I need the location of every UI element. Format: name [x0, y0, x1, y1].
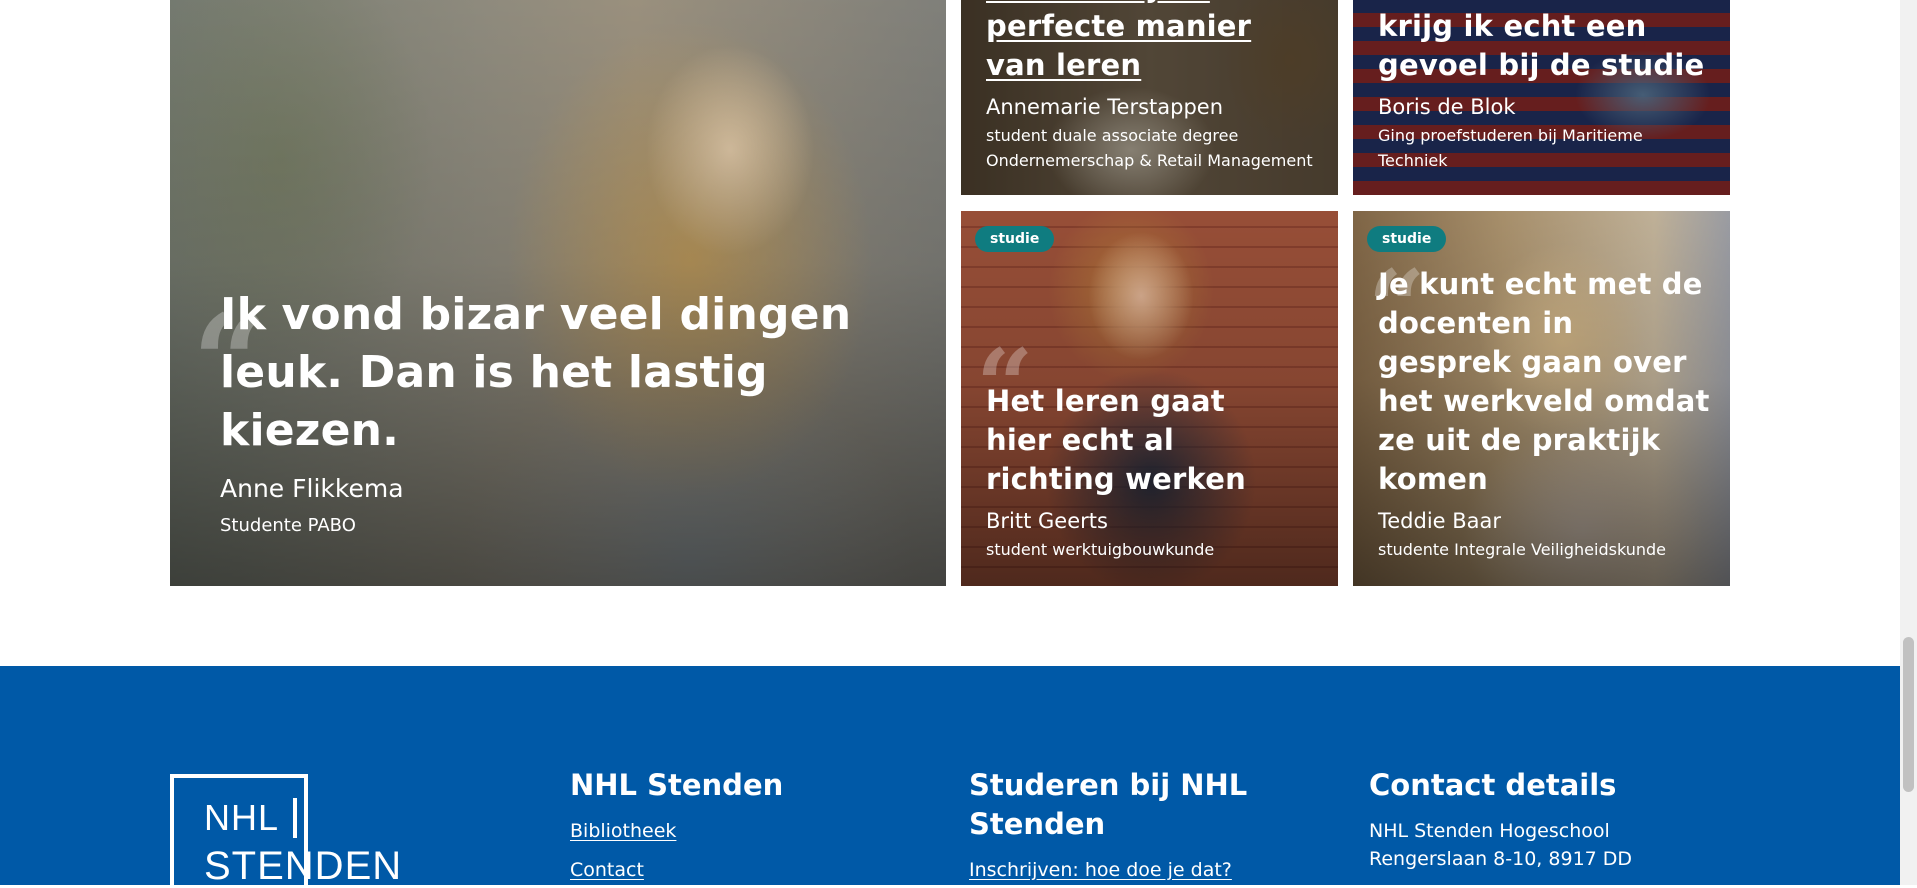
- footer-heading: Contact details: [1369, 768, 1617, 802]
- testimonial-quote: Het leren gaat hier echt al richting wer…: [986, 384, 1246, 496]
- scrollbar-thumb[interactable]: [1903, 637, 1914, 792]
- testimonial-role: student werktuigbouwkunde: [986, 540, 1215, 559]
- logo-text-nhl: NHL: [204, 798, 298, 838]
- testimonial-quote-link[interactable]: is voor mij dé perfecte manier van leren: [986, 0, 1320, 85]
- testimonial-name: Britt Geerts: [986, 509, 1108, 533]
- footer-column-contact: Contact details NHL Stenden Hogeschool R…: [1369, 766, 1699, 873]
- testimonial-role: Ging proefstuderen bij Maritieme Technie…: [1378, 126, 1643, 170]
- footer-heading: Studeren bij NHL Stenden: [969, 768, 1248, 841]
- testimonial-card-boris[interactable]: krijg ik echt een gevoel bij de studie B…: [1353, 0, 1730, 195]
- testimonial-name: Teddie Baar: [1378, 509, 1502, 533]
- address-line-street: Rengerslaan 8-10, 8917 DD: [1369, 848, 1633, 870]
- site-footer: NHL STENDEN NHL Stenden Bibliotheek Cont…: [0, 666, 1917, 888]
- testimonial-quote: Ik vond bizar veel dingen leuk. Dan is h…: [220, 289, 852, 456]
- testimonial-quote: Je kunt echt met de docenten in gesprek …: [1378, 267, 1710, 496]
- testimonial-quote: krijg ik echt een gevoel bij de studie: [1378, 9, 1705, 82]
- footer-column-studeren: Studeren bij NHL Stenden Inschrijven: ho…: [969, 766, 1269, 883]
- testimonial-name: Boris de Blok: [1378, 95, 1516, 119]
- address-line-name: NHL Stenden Hogeschool: [1369, 820, 1610, 842]
- testimonial-card-teddie[interactable]: studie “ Je kunt echt met de docenten in…: [1353, 211, 1730, 586]
- testimonial-card-britt[interactable]: studie “ Het leren gaat hier echt al ric…: [961, 211, 1338, 586]
- vertical-scrollbar[interactable]: [1900, 0, 1917, 885]
- testimonial-name: Anne Flikkema: [220, 474, 404, 503]
- testimonial-role: student duale associate degree Onderneme…: [986, 126, 1313, 170]
- footer-column-nhl-stenden: NHL Stenden Bibliotheek Contact: [570, 766, 900, 883]
- footer-link-bibliotheek[interactable]: Bibliotheek: [570, 819, 900, 844]
- category-badge[interactable]: studie: [975, 226, 1055, 252]
- testimonial-role: studente Integrale Veiligheidskunde: [1378, 540, 1666, 559]
- testimonial-role: Studente PABO: [220, 515, 356, 536]
- testimonial-card-annemarie[interactable]: is voor mij dé perfecte manier van leren…: [961, 0, 1338, 195]
- footer-link-contact[interactable]: Contact: [570, 858, 900, 883]
- footer-heading: NHL Stenden: [570, 768, 784, 802]
- logo-text-stenden: STENDEN: [204, 844, 403, 888]
- footer-link-inschrijven[interactable]: Inschrijven: hoe doe je dat?: [969, 858, 1269, 883]
- testimonial-card-anne[interactable]: “ Ik vond bizar veel dingen leuk. Dan is…: [170, 0, 946, 586]
- testimonial-name: Annemarie Terstappen: [986, 95, 1224, 119]
- nhl-stenden-logo[interactable]: NHL STENDEN: [170, 774, 410, 888]
